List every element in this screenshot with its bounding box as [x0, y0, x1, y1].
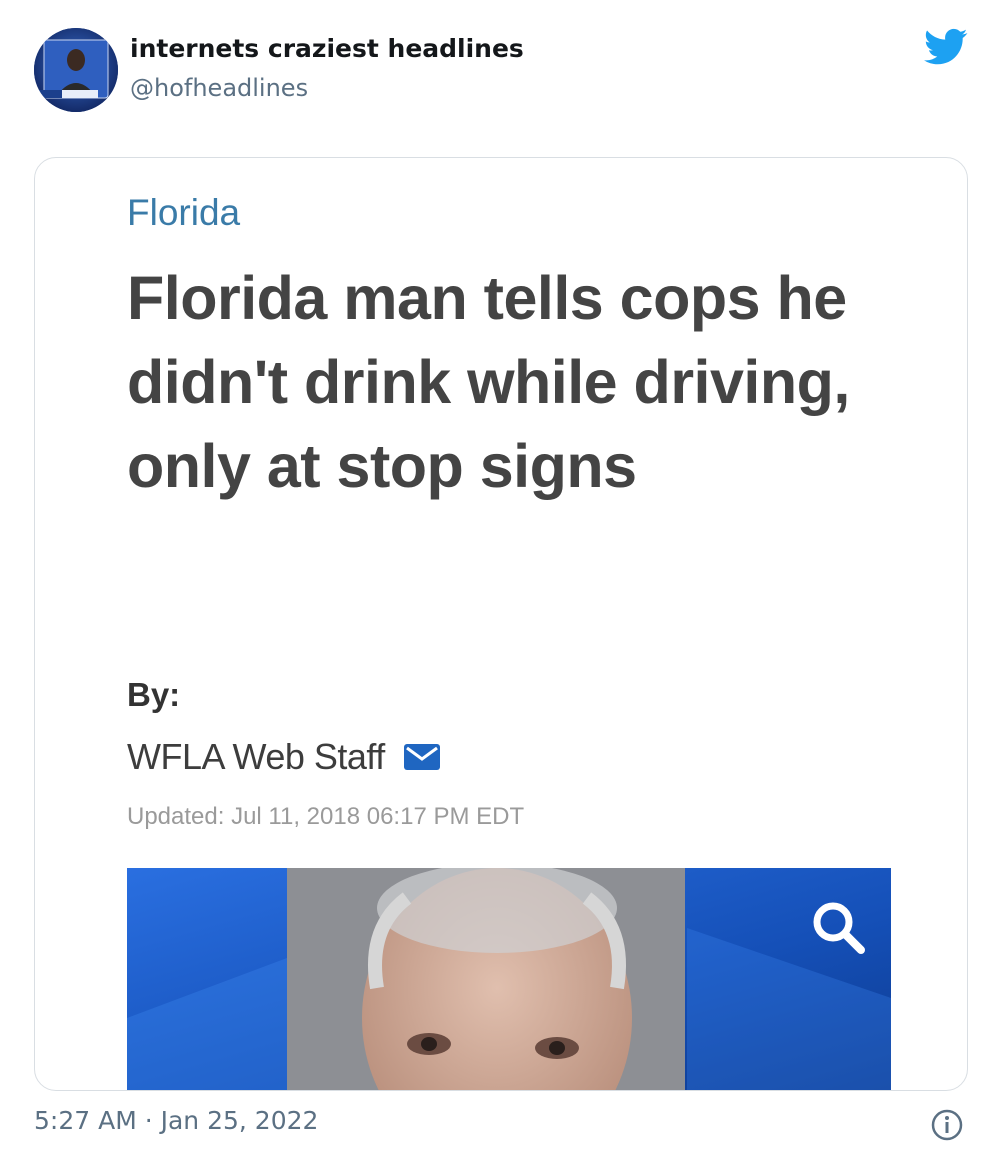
author-name[interactable]: WFLA Web Staff — [127, 736, 385, 778]
tweet-card: internets craziest headlines @hofheadlin… — [0, 0, 1001, 1152]
user-handle[interactable]: @hofheadlines — [130, 74, 308, 102]
email-icon[interactable] — [403, 743, 441, 771]
article-photo[interactable] — [127, 868, 891, 1090]
info-icon[interactable] — [930, 1108, 964, 1142]
tweet-timestamp[interactable]: 5:27 AM · Jan 25, 2022 — [34, 1106, 318, 1135]
avatar[interactable] — [34, 28, 118, 112]
byline-label: By: — [127, 676, 181, 713]
article-headline: Florida man tells cops he didn't drink w… — [127, 264, 850, 500]
search-icon[interactable] — [807, 896, 871, 960]
article-screenshot-card[interactable]: Florida Florida man tells cops he didn't… — [34, 157, 968, 1091]
twitter-bird-icon[interactable] — [924, 28, 968, 66]
updated-timestamp: Updated: Jul 11, 2018 06:17 PM EDT — [127, 803, 525, 830]
display-name[interactable]: internets craziest headlines — [130, 34, 524, 63]
article-section-label[interactable]: Florida — [127, 192, 240, 234]
author-row: WFLA Web Staff — [127, 736, 441, 778]
